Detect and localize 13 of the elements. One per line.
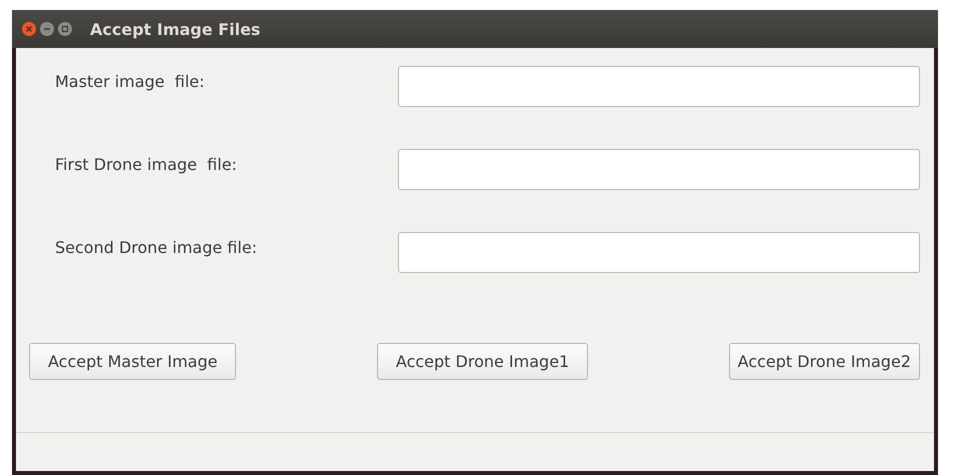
field-label: Second Drone image file: [54,237,258,257]
field-label: First Drone image file: [54,154,237,174]
input-field[interactable] [398,66,920,107]
accept-button[interactable]: Accept Drone Image2 [728,343,920,380]
minimize-icon[interactable] [40,22,54,36]
input-field[interactable] [398,149,920,190]
field-label: Master image file: [54,71,204,91]
accept-button[interactable]: Accept Drone Image1 [376,343,588,380]
input-field[interactable] [398,232,920,273]
close-icon[interactable] [22,22,36,36]
accept-button[interactable]: Accept Master Image [29,343,236,380]
window-title: Accept Image Files [90,20,260,38]
maximize-icon[interactable] [58,22,72,36]
